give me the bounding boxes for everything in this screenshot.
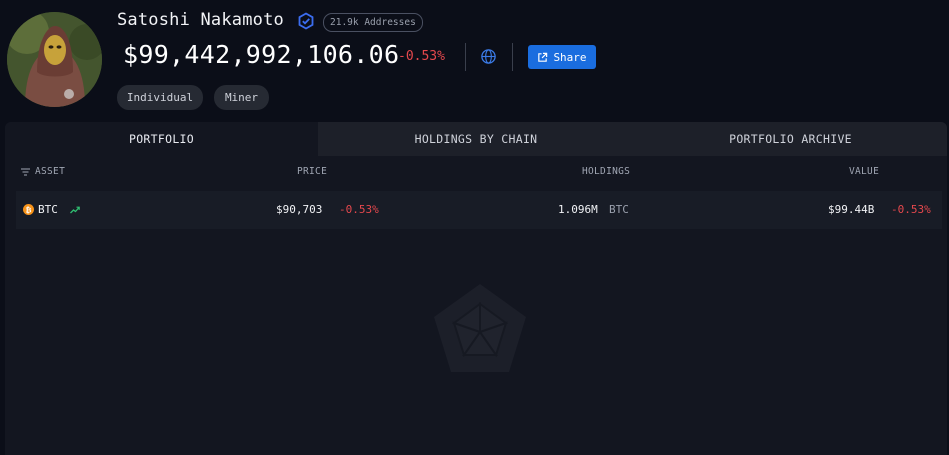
tab-portfolio[interactable]: PORTFOLIO bbox=[5, 122, 318, 156]
price-change: -0.53% bbox=[339, 203, 379, 216]
portfolio-panel: PORTFOLIO HOLDINGS BY CHAIN PORTFOLIO AR… bbox=[5, 122, 947, 455]
tag-individual[interactable]: Individual bbox=[117, 85, 203, 110]
avatar bbox=[7, 12, 102, 107]
asset-holdings: 1.096M bbox=[558, 203, 598, 216]
btc-coin-icon: ₿ bbox=[23, 204, 34, 215]
share-button[interactable]: Share bbox=[528, 45, 596, 69]
globe-icon[interactable] bbox=[480, 48, 497, 65]
tab-bar: PORTFOLIO HOLDINGS BY CHAIN PORTFOLIO AR… bbox=[5, 122, 947, 156]
asset-header-label: ASSET bbox=[35, 166, 66, 177]
column-header-price[interactable]: PRICE bbox=[297, 166, 327, 177]
share-icon bbox=[538, 52, 548, 62]
holdings-unit: BTC bbox=[609, 203, 629, 216]
svg-text:₿: ₿ bbox=[26, 205, 32, 214]
divider bbox=[465, 43, 466, 71]
asset-value: $99.44B bbox=[828, 203, 875, 216]
asset-symbol[interactable]: BTC bbox=[38, 203, 58, 216]
asset-price: $90,703 bbox=[276, 203, 323, 216]
column-header-holdings[interactable]: HOLDINGS bbox=[582, 166, 630, 177]
total-change: -0.53% bbox=[398, 49, 445, 64]
divider bbox=[512, 43, 513, 71]
trend-up-icon bbox=[70, 206, 80, 214]
column-header-asset[interactable]: ASSET bbox=[21, 166, 65, 177]
addresses-badge[interactable]: 21.9k Addresses bbox=[323, 13, 423, 32]
avatar-image bbox=[7, 12, 102, 107]
tab-holdings-by-chain[interactable]: HOLDINGS BY CHAIN bbox=[318, 122, 634, 156]
tag-miner[interactable]: Miner bbox=[214, 85, 269, 110]
table-row[interactable]: ₿ BTC $90,703 -0.53% 1.096M BTC $99.44B … bbox=[16, 191, 942, 229]
verified-badge-icon bbox=[298, 12, 314, 30]
sort-icon bbox=[21, 167, 30, 176]
value-change: -0.53% bbox=[891, 203, 931, 216]
column-header-value[interactable]: VALUE bbox=[849, 166, 879, 177]
share-label: Share bbox=[553, 50, 587, 64]
arkham-logo-icon bbox=[434, 284, 526, 372]
profile-name: Satoshi Nakamoto bbox=[117, 10, 284, 30]
total-value: $99,442,992,106.06 bbox=[123, 40, 400, 69]
tab-portfolio-archive[interactable]: PORTFOLIO ARCHIVE bbox=[634, 122, 947, 156]
